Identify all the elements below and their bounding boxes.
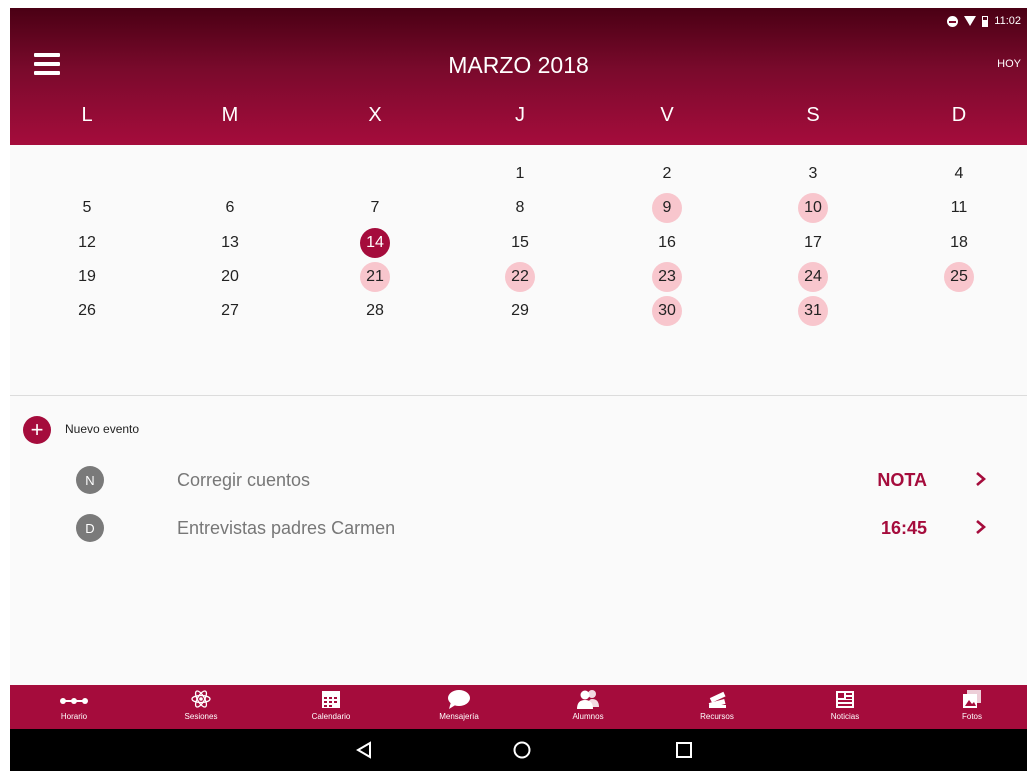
calendar-day[interactable]: 18 — [944, 228, 974, 258]
nav-label: Calendario — [311, 712, 351, 721]
weekday-label: J — [515, 104, 525, 126]
calendar-day[interactable]: 4 — [944, 159, 974, 189]
weekday-label: L — [81, 104, 93, 126]
calendar-day[interactable]: 15 — [505, 228, 535, 258]
timeline-icon — [60, 698, 88, 704]
nav-label: Recursos — [700, 712, 734, 721]
calendar-icon — [322, 691, 340, 708]
nav-label: Noticias — [830, 712, 860, 721]
calendar-day[interactable]: 23 — [652, 262, 682, 292]
calendar-day[interactable]: 21 — [360, 262, 390, 292]
event-avatar: D — [76, 514, 104, 542]
event-item[interactable]: D Entrevistas padres Carmen 16:45 — [10, 508, 1027, 548]
add-event-button[interactable]: + — [23, 416, 51, 444]
new-event-label: Nuevo evento — [65, 422, 140, 436]
nav-item-recursos[interactable]: Recursos — [672, 685, 762, 729]
do-not-disturb-icon — [947, 15, 959, 27]
nav-label: Fotos — [961, 712, 982, 721]
calendar-day[interactable]: 26 — [72, 296, 102, 326]
bottom-nav: Horario Sesiones Calendario Mensajería A… — [10, 685, 1027, 729]
event-title: Entrevistas padres Carmen — [177, 518, 396, 538]
battery-icon — [982, 15, 989, 27]
nav-item-mensajeria[interactable]: Mensajería — [414, 685, 504, 729]
nav-item-fotos[interactable]: Fotos — [927, 685, 1017, 729]
calendar-day[interactable]: 1 — [505, 159, 535, 189]
people-icon — [577, 690, 599, 709]
nav-item-horario[interactable]: Horario — [29, 685, 119, 729]
nav-label: Horario — [60, 712, 88, 721]
books-icon — [708, 691, 726, 708]
system-nav-bar — [10, 729, 1027, 771]
recents-icon[interactable] — [673, 739, 695, 761]
calendar-day[interactable]: 28 — [360, 296, 390, 326]
calendar-day[interactable]: 30 — [652, 296, 682, 326]
today-button[interactable]: HOY — [997, 58, 1021, 70]
calendar-day-today[interactable]: 14 — [360, 228, 390, 258]
calendar-day[interactable]: 22 — [505, 262, 535, 292]
event-tag: NOTA — [877, 470, 927, 490]
event-avatar: N — [76, 466, 104, 494]
calendar-day[interactable]: 9 — [652, 193, 682, 223]
calendar-day[interactable]: 16 — [652, 228, 682, 258]
calendar-day[interactable]: 13 — [215, 228, 245, 258]
calendar-day[interactable]: 2 — [652, 159, 682, 189]
nav-label: Alumnos — [572, 712, 604, 721]
calendar-day[interactable]: 5 — [72, 193, 102, 223]
nav-item-calendario[interactable]: Calendario — [286, 685, 376, 729]
calendar-day[interactable]: 17 — [798, 228, 828, 258]
calendar-day[interactable]: 10 — [798, 193, 828, 223]
atom-icon — [191, 690, 211, 708]
event-item[interactable]: N Corregir cuentos NOTA — [10, 460, 1027, 500]
nav-item-sesiones[interactable]: Sesiones — [156, 685, 246, 729]
weekday-label: S — [806, 104, 820, 126]
nav-item-noticias[interactable]: Noticias — [800, 685, 890, 729]
weekday-label: V — [660, 104, 674, 126]
calendar-day[interactable]: 20 — [215, 262, 245, 292]
app-frame: 11:02 MARZO 2018 HOY L M X J V S D 12345… — [10, 8, 1027, 771]
calendar-day[interactable]: 11 — [944, 193, 974, 223]
home-icon[interactable] — [511, 739, 533, 761]
status-time: 11:02 — [994, 15, 1021, 27]
calendar-day[interactable]: 24 — [798, 262, 828, 292]
calendar-day[interactable]: 12 — [72, 228, 102, 258]
weekday-label: X — [368, 104, 382, 126]
calendar-day[interactable]: 31 — [798, 296, 828, 326]
calendar-day[interactable]: 27 — [215, 296, 245, 326]
calendar-day[interactable]: 3 — [798, 159, 828, 189]
back-icon[interactable] — [353, 739, 375, 761]
calendar-day[interactable]: 29 — [505, 296, 535, 326]
nav-item-alumnos[interactable]: Alumnos — [543, 685, 633, 729]
event-tag: 16:45 — [880, 518, 927, 538]
chat-bubble-icon — [448, 690, 470, 709]
divider — [10, 395, 1027, 396]
event-title: Corregir cuentos — [177, 470, 311, 490]
chevron-right-icon[interactable] — [973, 470, 989, 488]
newspaper-icon — [836, 691, 854, 708]
app-header: 11:02 MARZO 2018 HOY L M X J V S D — [10, 8, 1027, 145]
calendar-day[interactable]: 6 — [215, 193, 245, 223]
status-bar: 11:02 — [947, 12, 1021, 30]
calendar-day[interactable]: 7 — [360, 193, 390, 223]
weekday-label: M — [221, 104, 239, 126]
calendar-day[interactable]: 8 — [505, 193, 535, 223]
nav-label: Mensajería — [439, 712, 479, 721]
month-title: MARZO 2018 — [448, 52, 589, 78]
photos-icon — [963, 690, 981, 708]
calendar-grid: 1 2 3 4 5 6 7 8 9 10 11 12 13 14 15 16 17 18 19 20 21 22 23 24 2… — [10, 145, 1027, 395]
weekday-header: L M X J V S D — [10, 104, 1027, 128]
chevron-right-icon[interactable] — [973, 518, 989, 536]
weekday-label: D — [951, 104, 967, 126]
nav-label: Sesiones — [184, 712, 218, 721]
calendar-day[interactable]: 19 — [72, 262, 102, 292]
plus-icon: + — [30, 417, 44, 442]
wifi-icon — [964, 16, 977, 26]
calendar-day[interactable]: 25 — [944, 262, 974, 292]
